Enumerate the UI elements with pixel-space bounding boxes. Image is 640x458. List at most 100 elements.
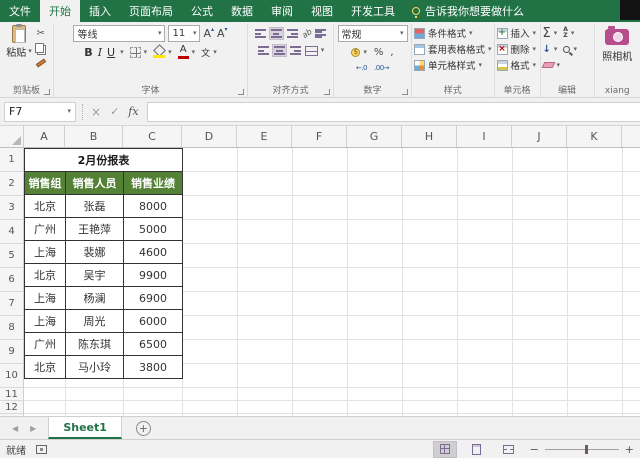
cell[interactable]: 3800 (124, 356, 183, 379)
tell-me-box[interactable]: 告诉我你想要做什么 (404, 0, 532, 22)
font-size-select[interactable]: 11 ▾ (168, 25, 200, 42)
row-header[interactable]: 8 (0, 316, 23, 340)
confirm-entry-button[interactable]: ✓ (110, 105, 119, 118)
cell[interactable]: 4600 (124, 241, 183, 264)
column-header[interactable]: D (182, 126, 237, 147)
tab-page-layout[interactable]: 页面布局 (120, 0, 182, 22)
shrink-font-button[interactable]: A▾ (217, 27, 228, 40)
cell[interactable]: 上海 (25, 310, 66, 333)
decrease-decimal-button[interactable]: .00→ (374, 64, 389, 72)
accounting-format-button[interactable]: $▾ (351, 48, 367, 57)
report-title-cell[interactable]: 2月份报表 (25, 149, 183, 172)
cell[interactable]: 广州 (25, 218, 66, 241)
tab-file[interactable]: 文件 (0, 0, 40, 22)
row-header[interactable]: 6 (0, 268, 23, 292)
row-header[interactable]: 3 (0, 196, 23, 220)
tab-view[interactable]: 视图 (302, 0, 342, 22)
cell[interactable]: 北京 (25, 264, 66, 287)
row-header[interactable]: 10 (0, 364, 23, 388)
fill-button[interactable]: ↓▾ (543, 44, 558, 55)
tab-data[interactable]: 数据 (222, 0, 262, 22)
insert-function-button[interactable]: fx (128, 105, 138, 118)
cell[interactable]: 北京 (25, 195, 66, 218)
zoom-slider-handle[interactable] (585, 445, 588, 454)
cell[interactable]: 裴娜 (66, 241, 124, 264)
page-break-view-button[interactable] (498, 442, 520, 457)
row-header[interactable]: 1 (0, 148, 23, 172)
cell[interactable]: 周光 (66, 310, 124, 333)
italic-button[interactable]: I (98, 46, 102, 59)
cell[interactable]: 上海 (25, 241, 66, 264)
formula-input[interactable] (147, 102, 640, 122)
row-header[interactable]: 9 (0, 340, 23, 364)
cell[interactable]: 5000 (124, 218, 183, 241)
header-cell[interactable]: 销售人员 (66, 172, 124, 195)
clipboard-dialog-launcher[interactable] (44, 89, 50, 95)
cell[interactable]: 马小玲 (66, 356, 124, 379)
copy-icon[interactable] (35, 43, 44, 53)
row-header[interactable]: 11 (0, 388, 23, 401)
column-header[interactable]: A (24, 126, 65, 147)
sheet-tab-active[interactable]: Sheet1 (48, 417, 122, 439)
orientation-button[interactable]: ab (300, 27, 313, 40)
zoom-slider[interactable] (545, 449, 619, 450)
borders-button[interactable]: ▾ (130, 47, 148, 58)
name-box[interactable]: F7 ▾ (4, 102, 76, 122)
camera-button[interactable]: 照相机 (602, 25, 632, 63)
tab-home[interactable]: 开始 (40, 0, 80, 22)
sheet-nav-left-icon[interactable]: ◀ (12, 424, 18, 433)
format-painter-icon[interactable] (36, 58, 46, 67)
sort-filter-button[interactable]: AZ▾ (563, 27, 574, 39)
increase-decimal-button[interactable]: ←.0 (356, 64, 367, 72)
cell[interactable]: 吴宇 (66, 264, 124, 287)
normal-view-button[interactable] (434, 442, 456, 457)
cancel-entry-button[interactable]: × (91, 105, 101, 119)
column-header[interactable]: F (292, 126, 347, 147)
number-dialog-launcher[interactable] (402, 89, 408, 95)
align-center-button[interactable] (273, 45, 286, 56)
tab-developer[interactable]: 开发工具 (342, 0, 404, 22)
row-header[interactable]: 5 (0, 244, 23, 268)
format-as-table-button[interactable]: 套用表格格式▾ (414, 41, 492, 57)
merge-center-button[interactable] (305, 46, 318, 56)
cell[interactable]: 6900 (124, 287, 183, 310)
alignment-dialog-launcher[interactable] (324, 89, 330, 95)
zoom-out-button[interactable]: − (530, 443, 539, 456)
font-dialog-launcher[interactable] (238, 89, 244, 95)
fill-color-button[interactable]: ▾ (153, 46, 172, 58)
number-format-select[interactable]: 常规 ▾ (338, 25, 408, 42)
column-header[interactable]: K (567, 126, 622, 147)
tab-formulas[interactable]: 公式 (182, 0, 222, 22)
conditional-formatting-button[interactable]: 条件格式▾ (414, 25, 473, 41)
column-header[interactable]: G (347, 126, 402, 147)
add-sheet-button[interactable]: + (136, 421, 151, 436)
tab-insert[interactable]: 插入 (80, 0, 120, 22)
wrap-text-button[interactable] (314, 28, 327, 39)
row-header[interactable]: 12 (0, 401, 23, 414)
font-name-select[interactable]: 等线 ▾ (73, 25, 165, 42)
cell-styles-button[interactable]: 单元格样式▾ (414, 57, 482, 73)
align-left-button[interactable] (257, 45, 270, 56)
worksheet-grid[interactable]: 1 2 3 4 5 6 7 8 9 10 11 12 (0, 148, 640, 416)
column-header[interactable]: J (512, 126, 567, 147)
row-header[interactable]: 7 (0, 292, 23, 316)
align-right-button[interactable] (289, 45, 302, 56)
cell[interactable]: 北京 (25, 356, 66, 379)
clear-button[interactable]: ▾ (543, 62, 561, 69)
column-header[interactable]: C (123, 126, 182, 147)
cell[interactable]: 9900 (124, 264, 183, 287)
grow-font-button[interactable]: A▴ (203, 27, 214, 40)
select-all-corner[interactable] (0, 126, 24, 147)
tab-review[interactable]: 审阅 (262, 0, 302, 22)
cell[interactable]: 6500 (124, 333, 183, 356)
page-layout-view-button[interactable] (466, 442, 488, 457)
autosum-button[interactable]: Σ▾ (543, 27, 558, 40)
column-header[interactable]: I (457, 126, 512, 147)
column-header[interactable]: E (237, 126, 292, 147)
report-table[interactable]: 2月份报表 销售组 销售人员 销售业绩 北京 张磊 8000 广州 王艳萍 (24, 148, 183, 379)
cut-icon[interactable]: ✂ (35, 27, 47, 39)
cell[interactable]: 广州 (25, 333, 66, 356)
sheet-nav-right-icon[interactable]: ▶ (30, 424, 36, 433)
align-bottom-button[interactable] (286, 28, 299, 39)
row-header[interactable]: 4 (0, 220, 23, 244)
